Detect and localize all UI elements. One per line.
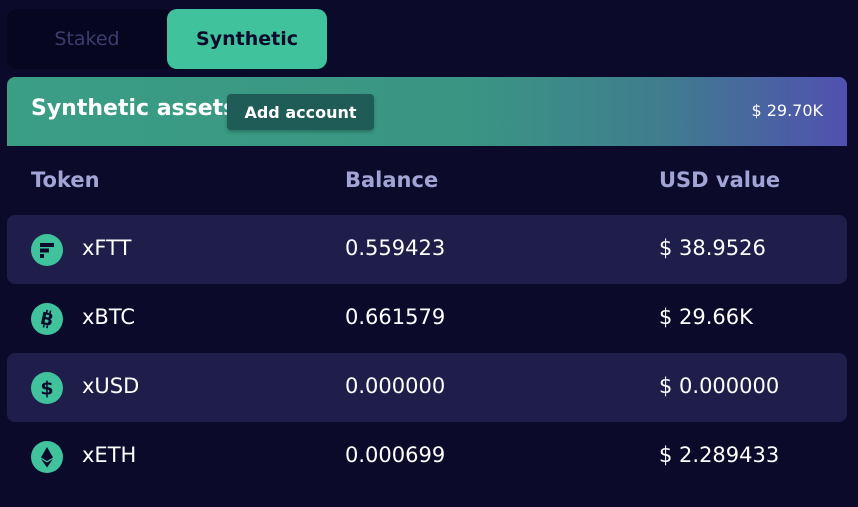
eth-icon	[31, 441, 63, 473]
svg-text:$: $	[40, 378, 53, 400]
column-header-balance: Balance	[345, 168, 439, 192]
token-usd-value: $ 0.000000	[659, 374, 780, 398]
synthetic-assets-header: Synthetic assets Add account $ 29.70K	[7, 77, 847, 146]
token-name: xUSD	[82, 374, 140, 398]
column-header-usd: USD value	[659, 168, 781, 192]
table-row[interactable]: $ xUSD 0.000000 $ 0.000000	[7, 353, 847, 422]
token-balance: 0.559423	[345, 236, 446, 260]
tab-switcher: Staked Synthetic	[7, 9, 327, 69]
table-row[interactable]: xETH 0.000699 $ 2.289433	[7, 422, 847, 491]
usd-icon: $	[31, 372, 63, 404]
token-balance: 0.661579	[345, 305, 446, 329]
token-usd-value: $ 38.9526	[659, 236, 766, 260]
token-balance: 0.000000	[345, 374, 446, 398]
table-row[interactable]: xFTT 0.559423 $ 38.9526	[7, 215, 847, 284]
section-title: Synthetic assets	[31, 96, 237, 121]
token-name: xBTC	[82, 305, 136, 329]
token-name: xFTT	[82, 236, 132, 260]
token-name: xETH	[82, 443, 137, 467]
total-value: $ 29.70K	[751, 101, 823, 120]
token-balance: 0.000699	[345, 443, 446, 467]
token-usd-value: $ 29.66K	[659, 305, 753, 329]
table-row[interactable]: B xBTC 0.661579 $ 29.66K	[7, 284, 847, 353]
btc-icon: B	[31, 303, 63, 335]
token-usd-value: $ 2.289433	[659, 443, 780, 467]
tab-staked[interactable]: Staked	[7, 9, 167, 69]
column-header-token: Token	[31, 168, 100, 192]
add-account-button[interactable]: Add account	[227, 94, 374, 130]
ftt-icon	[31, 234, 63, 266]
tab-synthetic[interactable]: Synthetic	[167, 9, 327, 69]
